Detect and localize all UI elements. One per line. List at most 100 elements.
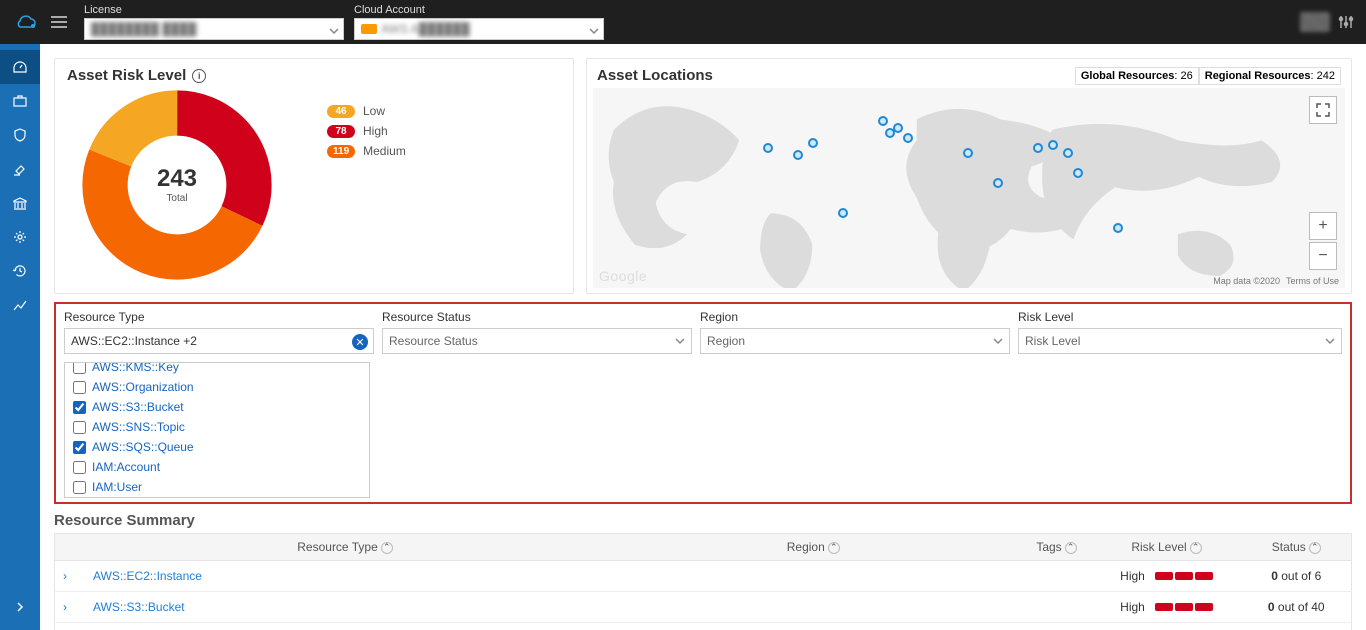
aws-icon [361, 24, 377, 34]
risk-donut-chart: 243 Total [67, 84, 287, 285]
resource-summary-table: Resource Type⌃ Region⌃ Tags⌃ Risk Level⌃… [54, 533, 1352, 630]
map-resource-counts: Global Resources: 26Regional Resources: … [1075, 70, 1341, 82]
dropdown-option[interactable]: AWS::Organization [65, 377, 369, 397]
sidebar-expand[interactable] [0, 590, 40, 624]
checkbox[interactable] [73, 421, 86, 434]
resource-status-filter: Resource Status Resource Status [382, 310, 692, 354]
table-row: ›AWS::SQS::QueueHigh 1 out of 1 [55, 623, 1352, 630]
dropdown-option[interactable]: AWS::S3::Bucket [65, 397, 369, 417]
resource-summary-title: Resource Summary [54, 512, 1352, 529]
asset-locations-panel: Asset Locations Global Resources: 26Regi… [586, 58, 1352, 294]
expand-icon[interactable]: › [63, 600, 77, 614]
sidebar-item-shield[interactable] [0, 118, 40, 152]
map-marker[interactable] [838, 208, 848, 218]
asset-risk-panel: Asset Risk Level i 243 Total [54, 58, 574, 294]
dropdown-option[interactable]: IAM:Account [65, 457, 369, 477]
dropdown-option[interactable]: AWS::KMS::Key [65, 362, 369, 377]
checkbox[interactable] [73, 441, 86, 454]
dropdown-option[interactable]: AWS::SNS::Topic [65, 417, 369, 437]
sort-icon[interactable]: ⌃ [1190, 542, 1202, 554]
risk-level-filter: Risk Level Risk Level [1018, 310, 1342, 354]
checkbox[interactable] [73, 461, 86, 474]
expand-icon[interactable]: › [63, 569, 77, 583]
content: Asset Risk Level i 243 Total [40, 44, 1366, 630]
terms-link[interactable]: Terms of Use [1286, 276, 1339, 286]
map-marker[interactable] [1113, 223, 1123, 233]
sidebar-item-dashboard[interactable] [0, 50, 40, 84]
resource-type-link[interactable]: AWS::S3::Bucket [85, 592, 605, 623]
region-filter: Region Region [700, 310, 1010, 354]
sort-icon[interactable]: ⌃ [1065, 542, 1077, 554]
resource-type-filter: Resource Type AWS::EC2::Instance +2 ✕ [64, 310, 374, 354]
dropdown-option[interactable]: AWS::SQS::Queue [65, 437, 369, 457]
sidebar-item-gear[interactable] [0, 220, 40, 254]
info-icon[interactable]: i [192, 69, 206, 83]
donut-total-label: Total [157, 193, 197, 204]
checkbox[interactable] [73, 401, 86, 414]
resource-type-link[interactable]: AWS::SQS::Queue [85, 623, 605, 630]
sidebar-item-chart[interactable] [0, 288, 40, 322]
map-marker[interactable] [878, 116, 888, 126]
sidebar-item-bank[interactable] [0, 186, 40, 220]
resource-status-select[interactable]: Resource Status [382, 328, 692, 354]
zoom-out-icon[interactable]: − [1309, 242, 1337, 270]
map-marker[interactable] [963, 148, 973, 158]
map-marker[interactable] [1073, 168, 1083, 178]
world-map[interactable]: + − Google Map data ©2020Terms of Use [593, 88, 1345, 288]
sort-icon[interactable]: ⌃ [828, 542, 840, 554]
chevron-down-icon [589, 26, 599, 36]
risk-legend: 46 Low 78 High 119 Medium [287, 84, 561, 285]
legend-row-low: 46 Low [327, 104, 561, 118]
risk-level-select[interactable]: Risk Level [1018, 328, 1342, 354]
map-marker[interactable] [1063, 148, 1073, 158]
map-marker[interactable] [808, 138, 818, 148]
table-row: ›AWS::S3::BucketHigh 0 out of 40 [55, 592, 1352, 623]
region-select[interactable]: Region [700, 328, 1010, 354]
dropdown-option[interactable]: IAM:User [65, 477, 369, 497]
menu-icon[interactable] [50, 15, 68, 29]
map-marker[interactable] [1033, 143, 1043, 153]
map-marker[interactable] [993, 178, 1003, 188]
license-label: License [84, 4, 344, 16]
zoom-in-icon[interactable]: + [1309, 212, 1337, 240]
settings-sliders-icon[interactable] [1338, 14, 1354, 30]
cloud-logo-icon [14, 14, 38, 30]
sidebar [0, 44, 40, 630]
checkbox[interactable] [73, 481, 86, 494]
resource-type-dropdown[interactable]: AWS::KMS::KeyAWS::OrganizationAWS::S3::B… [64, 362, 370, 498]
sidebar-item-briefcase[interactable] [0, 84, 40, 118]
chevron-down-icon [993, 336, 1003, 346]
map-attribution: Map data ©2020Terms of Use [1213, 276, 1339, 286]
sidebar-item-gavel[interactable] [0, 152, 40, 186]
chevron-down-icon [329, 26, 339, 36]
google-watermark: Google [599, 268, 647, 284]
map-title: Asset Locations [597, 67, 713, 84]
cloud-account-select[interactable]: AWS A██████ [354, 18, 604, 40]
map-marker[interactable] [893, 123, 903, 133]
resource-type-select[interactable]: AWS::EC2::Instance +2 ✕ [64, 328, 374, 354]
sidebar-item-history[interactable] [0, 254, 40, 288]
checkbox[interactable] [73, 362, 86, 374]
license-field: License ████████ ████ [84, 0, 344, 44]
user-avatar[interactable] [1300, 12, 1330, 32]
risk-indicator [1155, 603, 1213, 611]
filters-panel: Resource Type AWS::EC2::Instance +2 ✕ Re… [54, 302, 1352, 504]
donut-total-value: 243 [157, 165, 197, 193]
sort-icon[interactable]: ⌃ [1309, 542, 1321, 554]
asset-risk-title: Asset Risk Level i [67, 67, 561, 84]
map-marker[interactable] [903, 133, 913, 143]
resource-summary-section: Resource Summary Resource Type⌃ Region⌃ … [54, 512, 1352, 630]
cloud-account-label: Cloud Account [354, 4, 604, 16]
license-select[interactable]: ████████ ████ [84, 18, 344, 40]
world-map-svg [593, 88, 1345, 288]
clear-icon[interactable]: ✕ [352, 334, 368, 350]
legend-row-high: 78 High [327, 124, 561, 138]
fullscreen-icon[interactable] [1309, 96, 1337, 124]
map-marker[interactable] [763, 143, 773, 153]
resource-type-link[interactable]: AWS::EC2::Instance [85, 561, 605, 592]
checkbox[interactable] [73, 381, 86, 394]
map-marker[interactable] [793, 150, 803, 160]
sort-icon[interactable]: ⌃ [381, 542, 393, 554]
map-marker[interactable] [1048, 140, 1058, 150]
table-row: ›AWS::EC2::InstanceHigh 0 out of 6 [55, 561, 1352, 592]
